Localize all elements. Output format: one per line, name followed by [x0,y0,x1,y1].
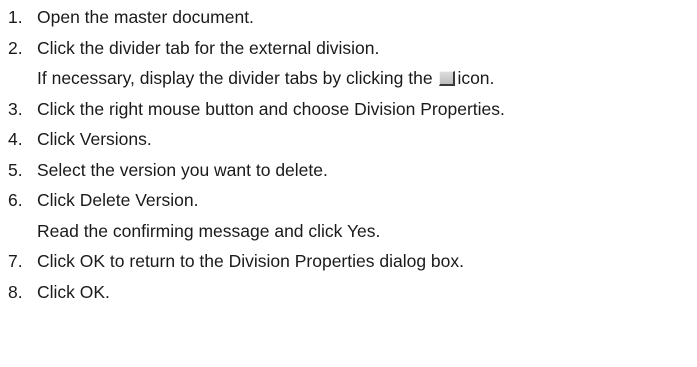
procedure-steps: 1. Open the master document. 2. Click th… [0,2,697,307]
step-text: Click OK to return to the Division Prope… [37,251,464,271]
step-text: Open the master document. [37,7,254,27]
step-2: 2. Click the divider tab for the externa… [0,33,697,64]
step-2-note: If necessary, display the divider tabs b… [0,63,697,94]
step-number: 3. [8,98,23,119]
step-3: 3. Click the right mouse button and choo… [0,94,697,125]
step-number: 2. [8,37,23,58]
step-number: 5. [8,159,23,180]
step-number: 6. [8,190,23,210]
divider-tabs-icon [439,71,456,86]
step-number: 4. [8,129,23,149]
step-number: 1. [8,7,23,27]
step-7: 7. Click OK to return to the Division Pr… [0,246,697,277]
step-text: Click the right mouse button and choose … [37,98,505,119]
step-note-text: If necessary, display the divider tabs b… [37,68,433,88]
step-5: 5. Select the version you want to delete… [0,155,697,186]
step-6: 6. Click Delete Version. [0,185,697,216]
step-4: 4. Click Versions. [0,124,697,155]
step-text: Select the version you want to delete. [37,159,328,180]
step-note: Read the confirming message and click Ye… [37,220,381,241]
step-number: 8. [8,281,23,302]
step-6-note: Read the confirming message and click Ye… [0,216,697,247]
step-text: Click OK. [37,281,110,302]
step-note-text-after: icon. [457,68,495,88]
step-8: 8. Click OK. [0,277,697,308]
step-text: Click Delete Version. [37,190,199,210]
step-text: Click the divider tab for the external d… [37,37,380,58]
step-number: 7. [8,251,23,271]
step-text: Click Versions. [37,129,152,149]
step-note: If necessary, display the divider tabs b… [37,63,494,94]
step-1: 1. Open the master document. [0,2,697,33]
